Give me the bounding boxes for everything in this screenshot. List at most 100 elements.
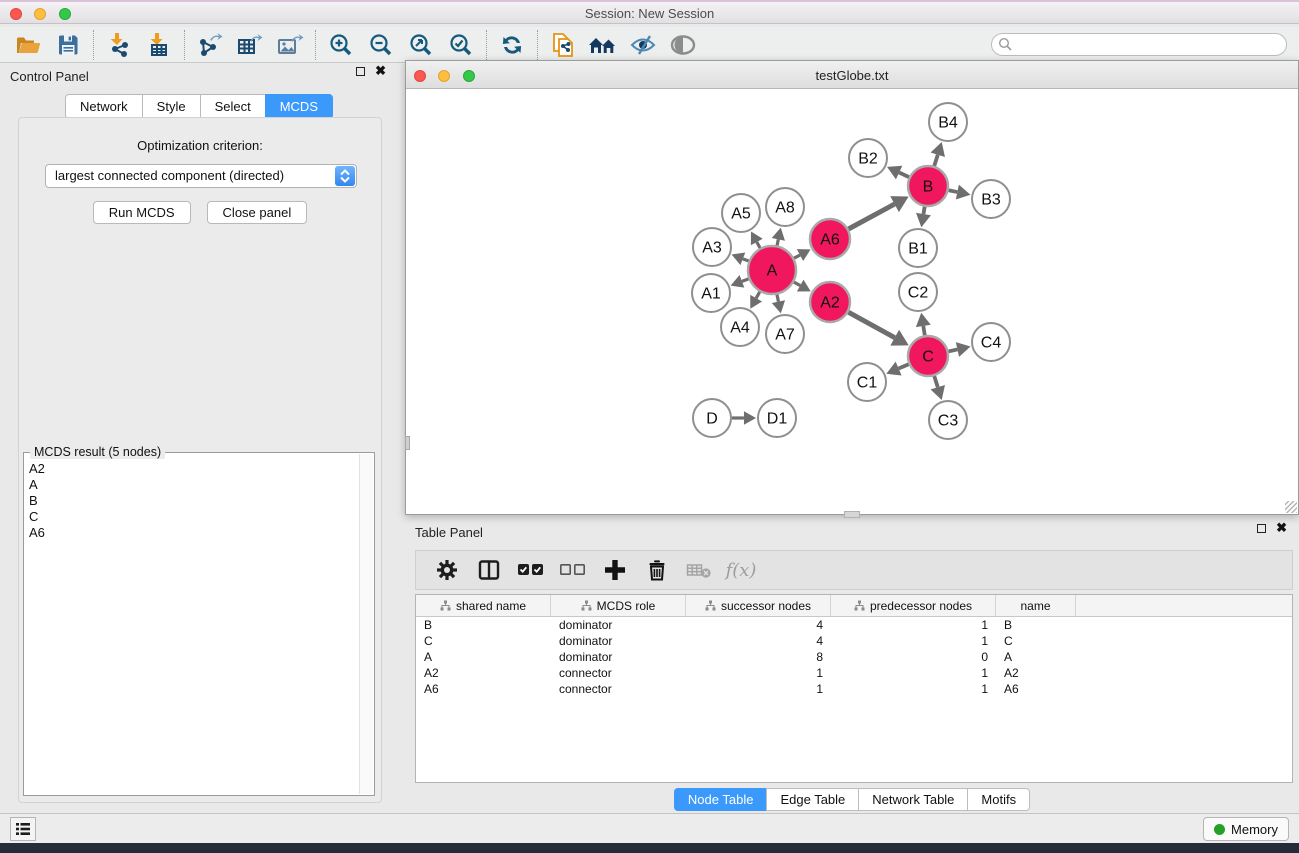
control-tab-select[interactable]: Select <box>200 94 265 119</box>
graph-edge-A-A4[interactable] <box>756 292 760 298</box>
table-row[interactable]: A2connector11A2 <box>416 665 1292 681</box>
table-cell[interactable]: A <box>416 649 551 665</box>
table-cell[interactable]: C <box>996 633 1076 649</box>
table-row[interactable]: Adominator80A <box>416 649 1292 665</box>
graph-edge-A-A6[interactable] <box>794 255 800 258</box>
import-network-icon[interactable] <box>99 29 139 61</box>
export-network-icon[interactable] <box>190 29 230 61</box>
mcds-result-item[interactable]: A6 <box>29 525 358 541</box>
table-cell[interactable]: 1 <box>686 665 831 681</box>
control-tab-style[interactable]: Style <box>142 94 200 119</box>
zoom-in-icon[interactable] <box>321 29 361 61</box>
graph-edge-B-B3[interactable] <box>949 190 958 192</box>
graph-edge-C-C4[interactable] <box>948 349 957 351</box>
task-history-button[interactable] <box>10 817 36 841</box>
table-cell[interactable]: 1 <box>686 681 831 697</box>
control-tab-network[interactable]: Network <box>65 94 142 119</box>
graph-edge-A-A3[interactable] <box>743 259 749 261</box>
float-panel-icon[interactable] <box>356 67 365 76</box>
hide-panels-eye-icon[interactable] <box>623 29 663 61</box>
column-header-shared-name[interactable]: shared name <box>416 595 551 616</box>
table-cell[interactable]: A6 <box>416 681 551 697</box>
network-canvas[interactable]: B4B2BB3A5A8A6A3B1AA1C2A2A4A7C4CC1DD1C3 <box>406 89 1298 514</box>
mcds-result-item[interactable]: A2 <box>29 461 358 477</box>
mcds-result-item[interactable]: B <box>29 493 358 509</box>
table-cell[interactable]: 1 <box>831 617 996 633</box>
graph-edge-B-B4[interactable] <box>934 155 937 166</box>
mcds-result-item[interactable]: C <box>29 509 358 525</box>
memory-button[interactable]: Memory <box>1203 817 1289 841</box>
unselect-all-columns-icon[interactable] <box>556 554 590 586</box>
close-table-panel-icon[interactable]: ✖ <box>1276 523 1287 533</box>
refresh-icon[interactable] <box>492 29 532 61</box>
column-header-name[interactable]: name <box>996 595 1076 616</box>
clone-network-icon[interactable] <box>543 29 583 61</box>
table-row[interactable]: Bdominator41B <box>416 617 1292 633</box>
mcds-result-item[interactable]: A <box>29 477 358 493</box>
delete-column-trash-icon[interactable] <box>640 554 674 586</box>
table-cell[interactable]: B <box>416 617 551 633</box>
zoom-selected-icon[interactable] <box>441 29 481 61</box>
export-image-icon[interactable] <box>270 29 310 61</box>
left-splitter-handle[interactable] <box>405 436 410 450</box>
mcds-result-scrollbar[interactable] <box>359 454 373 794</box>
table-cell[interactable]: 8 <box>686 649 831 665</box>
float-table-panel-icon[interactable] <box>1257 524 1266 533</box>
home-icon[interactable] <box>583 29 623 61</box>
optimization-criterion-select[interactable]: largest connected component (directed) <box>45 164 357 188</box>
graph-edge-A2-C[interactable] <box>848 312 894 338</box>
close-panel-icon[interactable]: ✖ <box>375 66 386 76</box>
create-column-plus-icon[interactable] <box>598 554 632 586</box>
window-resize-grip[interactable] <box>1285 501 1297 513</box>
graph-edge-C-C1[interactable] <box>899 364 909 368</box>
table-cell[interactable]: 1 <box>831 633 996 649</box>
column-header-predecessor-nodes[interactable]: predecessor nodes <box>831 595 996 616</box>
table-cell[interactable]: 1 <box>831 681 996 697</box>
mcds-result-list[interactable]: A2ABCA6 <box>26 457 358 793</box>
graph-edge-A-A7[interactable] <box>777 294 778 301</box>
graph-edge-A-A2[interactable] <box>794 282 800 285</box>
zoom-fit-icon[interactable] <box>401 29 441 61</box>
export-table-icon[interactable] <box>230 29 270 61</box>
table-cell[interactable]: A2 <box>996 665 1076 681</box>
search-input[interactable] <box>991 33 1287 56</box>
horizontal-splitter-handle[interactable] <box>844 511 860 518</box>
table-cell[interactable]: dominator <box>551 633 686 649</box>
table-cell[interactable]: A2 <box>416 665 551 681</box>
graph-edge-A-A5[interactable] <box>757 242 760 248</box>
run-mcds-button[interactable]: Run MCDS <box>93 201 191 224</box>
close-panel-button[interactable]: Close panel <box>207 201 308 224</box>
table-cell[interactable]: connector <box>551 665 686 681</box>
graph-edge-C-C3[interactable] <box>934 376 937 387</box>
table-tab-node-table[interactable]: Node Table <box>674 788 767 811</box>
table-settings-gear-icon[interactable] <box>430 554 464 586</box>
import-table-icon[interactable] <box>139 29 179 61</box>
column-header-successor-nodes[interactable]: successor nodes <box>686 595 831 616</box>
graph-edge-B-B1[interactable] <box>923 207 924 214</box>
table-cell[interactable]: C <box>416 633 551 649</box>
save-session-icon[interactable] <box>48 29 88 61</box>
graph-edge-A6-B[interactable] <box>848 204 894 229</box>
table-cell[interactable]: connector <box>551 681 686 697</box>
network-graph[interactable]: B4B2BB3A5A8A6A3B1AA1C2A2A4A7C4CC1DD1C3 <box>406 89 1298 514</box>
show-panel-eye-icon[interactable] <box>663 29 703 61</box>
table-cell[interactable]: dominator <box>551 649 686 665</box>
zoom-out-icon[interactable] <box>361 29 401 61</box>
table-cell[interactable]: B <box>996 617 1076 633</box>
table-row[interactable]: Cdominator41C <box>416 633 1292 649</box>
graph-edge-A-A1[interactable] <box>742 279 749 282</box>
table-cell[interactable]: A <box>996 649 1076 665</box>
table-tab-edge-table[interactable]: Edge Table <box>766 788 858 811</box>
table-cell[interactable]: 4 <box>686 617 831 633</box>
graph-edge-C-C2[interactable] <box>923 326 924 335</box>
open-session-icon[interactable] <box>8 29 48 61</box>
table-cell[interactable]: 4 <box>686 633 831 649</box>
graph-edge-A-A8[interactable] <box>777 239 778 245</box>
table-cell[interactable]: 0 <box>831 649 996 665</box>
select-all-columns-icon[interactable] <box>514 554 548 586</box>
control-tab-mcds[interactable]: MCDS <box>265 94 333 119</box>
table-cell[interactable]: 1 <box>831 665 996 681</box>
show-column-icon[interactable] <box>472 554 506 586</box>
table-cell[interactable]: A6 <box>996 681 1076 697</box>
table-cell[interactable]: dominator <box>551 617 686 633</box>
